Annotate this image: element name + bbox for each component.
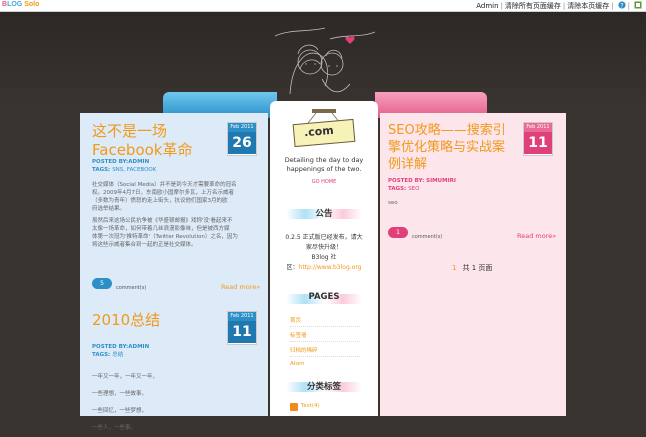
sign-text: .com xyxy=(303,123,335,140)
excerpt-line: （多数为青年）愤怒的走上街头，抗议他们国家3月的欧 xyxy=(92,198,228,204)
comment-count-bubble[interactable]: 5 xyxy=(92,278,112,289)
community-link[interactable]: http://www.b3log.org xyxy=(299,264,362,271)
page-total: 共 1 页面 xyxy=(462,264,493,272)
divider: | xyxy=(500,2,503,10)
post-date-day: 11 xyxy=(228,321,256,343)
post-date-month: Feb 2011 xyxy=(524,123,552,132)
couple-sketch-illustration xyxy=(274,27,376,103)
comment-label[interactable]: comment(s) xyxy=(412,234,442,240)
excerpt-line: 一年又一年，一年又一年， xyxy=(92,374,159,380)
excerpt-line: 虽然后来这场公民抗争被《华盛顿邮报》戏称'没'看起来不 xyxy=(92,218,233,224)
pages-heading: PAGES xyxy=(308,292,340,302)
post-excerpt: 一年又一年，一年又一年， 一些理想，一些故事， 一些回忆，一些梦想， 一些人，一… xyxy=(92,369,262,437)
post-meta: POSTED BY:ADMIN TAGS: SNS, FACEBOOK xyxy=(92,158,156,174)
tagline-line: happenings of the two. xyxy=(286,165,362,173)
post-author: POSTED BY:ADMIN xyxy=(92,344,150,350)
post-title[interactable]: SEO攻略——搜索引 擎优化策略与实战案 例详解 xyxy=(388,122,528,173)
admin-toolbar: BLOG Solo Admin | 清除所有页面缓存 | 清除本页缓存 |? | xyxy=(0,0,646,12)
post-tags-link[interactable]: SNS, FACEBOOK xyxy=(112,167,156,173)
clear-all-cache-link[interactable]: 清除所有页面缓存 xyxy=(505,2,561,10)
excerpt-line: 一些理想，一些故事， xyxy=(92,391,148,397)
blog-header xyxy=(0,12,646,110)
post-tags-link[interactable]: SEO xyxy=(408,186,419,192)
read-more-link[interactable]: Read more» xyxy=(517,232,556,240)
post-title[interactable]: 这不是一场 Facebook革命 xyxy=(92,122,192,160)
toolbar-links: Admin | 清除所有页面缓存 | 清除本页缓存 |? | xyxy=(476,1,642,11)
notice-line: 0.2.5 正式版已经发布，请大 xyxy=(285,234,363,241)
tags-label: TAGS: xyxy=(92,167,111,173)
post-date-month: Feb 2011 xyxy=(228,312,256,321)
divider xyxy=(290,356,360,357)
post-date-box: Feb 2011 11 xyxy=(523,122,553,156)
excerpt-line: 将这些示威者集合到一起的正是社交媒体。 xyxy=(92,242,197,248)
post-title-line[interactable]: 擎优化策略与实战案 xyxy=(388,139,528,156)
excerpt-line: 体第一次冠为'推特革命'（Twitter Revolution）之名，因为 xyxy=(92,234,238,240)
pagination: 1 共 1 页面 xyxy=(452,263,492,273)
excerpt-line: 社交媒体（Social Media）并不是到今天才需要革命的冠名 xyxy=(92,182,237,188)
clear-page-cache-link[interactable]: 清除本页缓存 xyxy=(567,2,609,10)
go-home-link[interactable]: GO HOME xyxy=(270,179,378,185)
post-title-line[interactable]: 这不是一场 xyxy=(92,122,192,141)
post-date-month: Feb 2011 xyxy=(228,123,256,132)
excerpt-line: 一些人，一些事， xyxy=(92,425,137,431)
blog-tagline: Detailing the day to day happenings of t… xyxy=(270,156,378,174)
divider: | xyxy=(562,2,566,10)
divider: | xyxy=(627,2,630,10)
post-tags-link[interactable]: 总结 xyxy=(112,352,123,358)
post-meta: POSTED BY: SIMUMIRI TAGS: SEO xyxy=(388,177,456,193)
page-link-tags[interactable]: 标签墙 xyxy=(290,331,307,339)
post-title[interactable]: 2010总结 xyxy=(92,311,160,330)
comment-count-bubble[interactable]: 1 xyxy=(388,227,408,238)
excerpt-line: 太像一场革命，如何带着几丝浪漫影像味，但是被西方媒 xyxy=(92,226,230,232)
left-post-column: 这不是一场 Facebook革命 Feb 2011 26 POSTED BY:A… xyxy=(80,113,268,431)
post-date-day: 26 xyxy=(228,132,256,154)
brand-logo[interactable]: BLOG Solo xyxy=(2,1,39,8)
page-link-atom[interactable]: Atom xyxy=(290,361,305,367)
excerpt-line: 权。2009年4月7日，东南欧小国摩尔多瓦，上万名示威者 xyxy=(92,190,234,196)
tagline-line: Detailing the day to day xyxy=(284,156,364,164)
notice-line: 区： xyxy=(286,264,299,271)
post-date-box: Feb 2011 11 xyxy=(227,311,257,345)
notice-heading: 公告 xyxy=(315,209,333,219)
brand-log: LOG xyxy=(7,1,23,8)
divider: | xyxy=(611,2,614,10)
heart-icon xyxy=(345,36,355,44)
post-author: POSTED BY: SIMUMIRI xyxy=(388,178,456,184)
post-excerpt: seo xyxy=(388,200,398,206)
tags-heading: 分类标签 xyxy=(306,382,341,392)
sidebar-column: .com Detailing the day to day happenings… xyxy=(270,101,378,416)
notice-line: 家尽快升级！ xyxy=(305,244,342,251)
rss-icon[interactable] xyxy=(290,403,298,411)
post-excerpt: 社交媒体（Social Media）并不是到今天才需要革命的冠名 权。2009年… xyxy=(92,181,262,249)
tags-label: TAGS: xyxy=(388,186,407,192)
comment-label[interactable]: comment(s) xyxy=(116,285,146,291)
page-link-home[interactable]: 首页 xyxy=(290,316,301,324)
post-meta: POSTED BY:ADMIN TAGS: 总结 xyxy=(92,343,149,359)
post-date-box: Feb 2011 26 xyxy=(227,122,257,156)
admin-link[interactable]: Admin xyxy=(476,2,498,10)
page-link-archive[interactable]: 归档的稀碎 xyxy=(290,346,318,354)
divider xyxy=(290,341,360,342)
post-date-day: 11 xyxy=(524,132,552,154)
svg-text:?: ? xyxy=(620,2,623,9)
help-icon[interactable]: ? xyxy=(618,1,626,9)
notice-line: B3log 社 xyxy=(311,254,337,261)
excerpt-line: 府选举结果。 xyxy=(92,206,126,212)
notice-content: 0.2.5 正式版已经发布，请大 家尽快升级！ B3log 社 区：http:/… xyxy=(274,233,374,273)
tags-label: TAGS: xyxy=(92,352,111,358)
tag-link[interactable]: Test(4) xyxy=(301,403,320,409)
logout-icon[interactable] xyxy=(634,1,642,9)
brand-solo: Solo xyxy=(24,1,40,8)
post-title-line[interactable]: SEO攻略——搜索引 xyxy=(388,122,528,139)
post-author: POSTED BY:ADMIN xyxy=(92,159,150,165)
divider xyxy=(290,326,360,327)
page-number-current[interactable]: 1 xyxy=(452,264,456,272)
post-title-line[interactable]: 例详解 xyxy=(388,156,528,173)
excerpt-line: 一些回忆，一些梦想， xyxy=(92,408,148,414)
read-more-link[interactable]: Read more» xyxy=(221,283,260,291)
